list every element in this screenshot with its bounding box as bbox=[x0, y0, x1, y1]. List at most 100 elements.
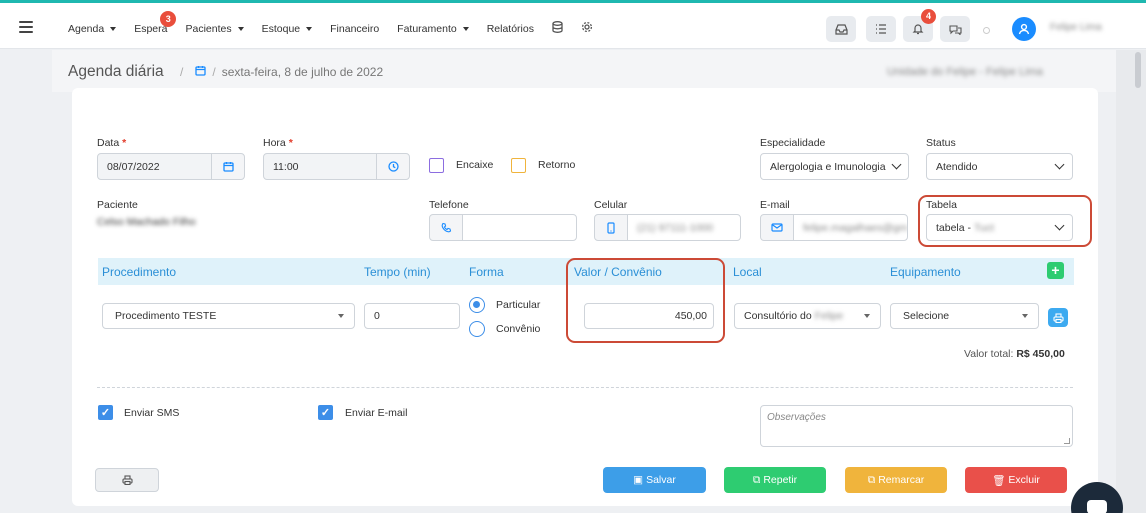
hora-label: Hora * bbox=[263, 137, 293, 149]
nav-item-pacientes[interactable]: Pacientes bbox=[185, 23, 244, 35]
nav-item-relatorios[interactable]: Relatórios bbox=[487, 23, 534, 35]
menu-icon[interactable] bbox=[19, 21, 33, 33]
tempo-input[interactable]: 0 bbox=[364, 303, 460, 329]
sms-checkbox[interactable]: ✓ bbox=[98, 405, 113, 420]
celular-value: (21) 97111-1000 bbox=[637, 221, 714, 234]
local-select[interactable]: Consultório do Felipe bbox=[734, 303, 881, 329]
retorno-label: Retorno bbox=[538, 159, 576, 171]
breadcrumb-separator: / bbox=[212, 65, 216, 79]
delete-label: Excluir bbox=[1008, 474, 1040, 486]
breadcrumb-date: sexta-feira, 8 de julho de 2022 bbox=[221, 65, 384, 79]
user-icon bbox=[1018, 23, 1030, 35]
retorno-checkbox[interactable] bbox=[511, 158, 526, 173]
printer-icon bbox=[1052, 312, 1064, 323]
header-tempo: Tempo (min) bbox=[364, 265, 431, 279]
paciente-label: Paciente bbox=[97, 199, 138, 211]
save-button[interactable]: ▣ Salvar bbox=[603, 467, 706, 493]
equipamento-value: Selecione bbox=[903, 310, 950, 322]
valor-highlight bbox=[566, 258, 725, 343]
time-input[interactable]: 11:00 bbox=[263, 153, 377, 180]
caret-down-icon bbox=[306, 26, 313, 31]
observacoes-placeholder: Observações bbox=[767, 412, 826, 423]
calendar-icon bbox=[195, 65, 206, 79]
calendar-icon[interactable] bbox=[211, 153, 245, 180]
email-checkbox[interactable]: ✓ bbox=[318, 405, 333, 420]
database-icon[interactable] bbox=[552, 21, 563, 36]
top-navbar: Agenda Espera 3 Pacientes Estoque Finance… bbox=[0, 3, 1146, 49]
clock-icon[interactable] bbox=[376, 153, 410, 180]
notifications-button[interactable]: 4 bbox=[903, 9, 936, 42]
status-label: Status bbox=[926, 137, 956, 149]
header-procedimento: Procedimento bbox=[102, 265, 177, 279]
avatar[interactable] bbox=[1012, 17, 1036, 41]
caret-down-icon bbox=[338, 314, 344, 318]
divider bbox=[97, 387, 1073, 388]
user-name[interactable]: Felipe Lima bbox=[1050, 22, 1102, 33]
nav-label: Faturamento bbox=[397, 22, 457, 35]
convenio-label: Convênio bbox=[496, 323, 541, 335]
unit-name: Unidade do Felipe - Felipe Lima bbox=[887, 66, 1043, 78]
copy-icon: ⧉ bbox=[867, 473, 876, 486]
radio-convenio[interactable] bbox=[469, 321, 485, 337]
procedimento-value: Procedimento TESTE bbox=[115, 310, 217, 322]
printer-icon bbox=[121, 475, 133, 485]
caret-down-icon bbox=[462, 26, 469, 31]
total-value: R$ 450,00 bbox=[1016, 348, 1065, 360]
save-label: Salvar bbox=[646, 474, 676, 486]
data-label: Data * bbox=[97, 137, 127, 149]
telefone-input[interactable] bbox=[462, 214, 577, 241]
status-value: Atendido bbox=[936, 160, 978, 173]
chat-icon bbox=[948, 24, 962, 35]
reschedule-button[interactable]: ⧉ Remarcar bbox=[845, 467, 947, 493]
nav-item-estoque[interactable]: Estoque bbox=[262, 23, 313, 35]
especialidade-value: Alergologia e Imunologia bbox=[770, 160, 886, 173]
total-label: Valor total: bbox=[964, 348, 1014, 360]
scrollbar-thumb[interactable] bbox=[1135, 52, 1141, 88]
procedimento-select[interactable]: Procedimento TESTE bbox=[102, 303, 355, 329]
main-menu: Agenda Espera 3 Pacientes Estoque Finance… bbox=[68, 10, 611, 36]
date-input[interactable]: 08/07/2022 bbox=[97, 153, 212, 180]
resize-handle[interactable] bbox=[1064, 438, 1070, 444]
nav-item-faturamento[interactable]: Faturamento bbox=[397, 23, 469, 35]
local-value-hidden: Felipe bbox=[814, 310, 844, 322]
nav-item-agenda[interactable]: Agenda bbox=[68, 22, 117, 35]
list-button[interactable] bbox=[866, 16, 896, 42]
equipamento-select[interactable]: Selecione bbox=[890, 303, 1039, 329]
email-label: E-mail bbox=[760, 199, 790, 211]
paciente-name[interactable]: Celso Machado Filho bbox=[97, 216, 196, 228]
header-local: Local bbox=[733, 265, 762, 279]
messages-button[interactable] bbox=[940, 16, 970, 42]
nav-item-espera[interactable]: Espera 3 bbox=[134, 10, 177, 35]
email-send-label: Enviar E-mail bbox=[345, 407, 408, 419]
radio-particular[interactable] bbox=[469, 297, 485, 313]
inbox-button[interactable] bbox=[826, 16, 856, 42]
caret-down-icon bbox=[237, 26, 244, 31]
repeat-label: Repetir bbox=[763, 474, 798, 486]
phone-icon bbox=[429, 214, 463, 241]
chat-icon bbox=[1087, 500, 1107, 513]
chevron-down-icon bbox=[891, 159, 902, 169]
print-button[interactable] bbox=[95, 468, 159, 492]
breadcrumb-separator: / bbox=[180, 65, 184, 79]
header-equipamento: Equipamento bbox=[890, 265, 961, 279]
gear-icon[interactable] bbox=[581, 21, 593, 36]
save-icon: ▣ bbox=[633, 474, 644, 486]
delete-button[interactable]: 🗑 Excluir bbox=[965, 467, 1067, 493]
status-select[interactable]: Atendido bbox=[926, 153, 1073, 180]
nav-item-financeiro[interactable]: Financeiro bbox=[330, 23, 379, 35]
celular-label: Celular bbox=[594, 199, 628, 211]
add-procedure-button[interactable]: + bbox=[1047, 262, 1064, 279]
notification-badge: 4 bbox=[921, 9, 936, 24]
envelope-icon bbox=[760, 214, 794, 241]
celular-input[interactable]: (21) 97111-1000 bbox=[627, 214, 741, 241]
especialidade-select[interactable]: Alergologia e Imunologia bbox=[760, 153, 909, 180]
valor-total: Valor total: R$ 450,00 bbox=[964, 348, 1065, 360]
local-value: Consultório do bbox=[744, 310, 815, 322]
nav-label: Agenda bbox=[68, 22, 105, 35]
encaixe-checkbox[interactable] bbox=[429, 158, 444, 173]
repeat-button[interactable]: ⧉ Repetir bbox=[724, 467, 826, 493]
email-input[interactable]: felipe.magalhaes@gm bbox=[793, 214, 908, 241]
especialidade-label: Especialidade bbox=[760, 137, 826, 149]
observacoes-textarea[interactable]: Observações bbox=[760, 405, 1073, 447]
print-procedure-button[interactable] bbox=[1048, 308, 1068, 327]
